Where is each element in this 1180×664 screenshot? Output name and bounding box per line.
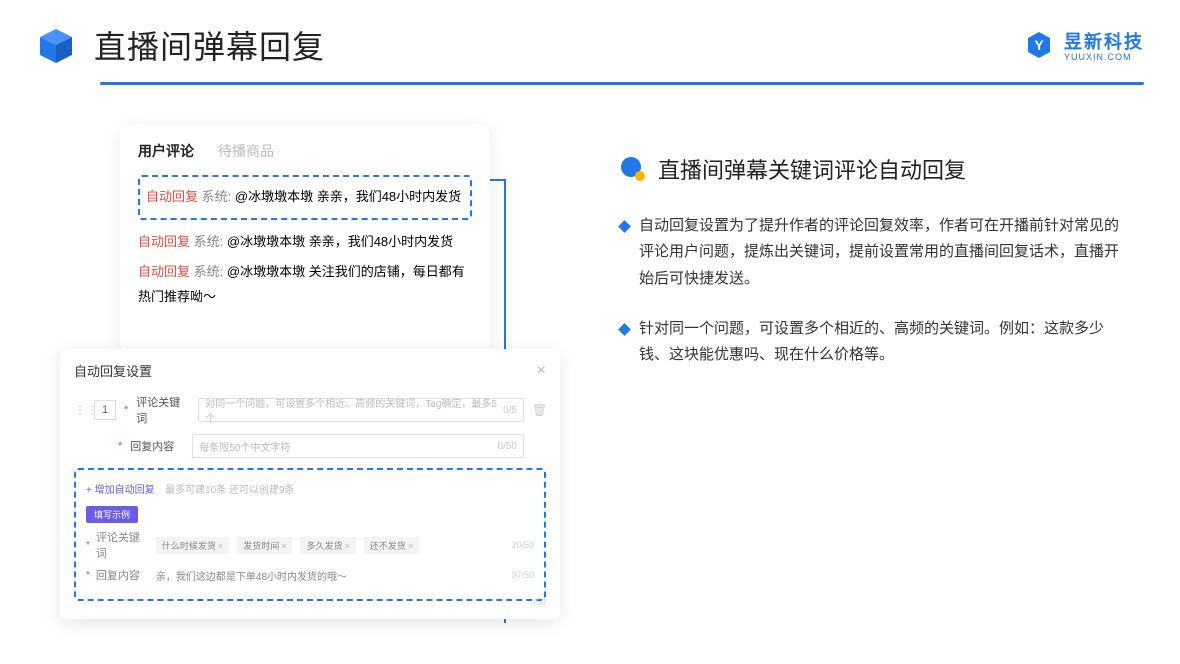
keyword-input[interactable]: 对同一个问题，可设置多个相近、高频的关键词，Tag确定，最多5个 0/5 (198, 398, 524, 422)
main-content: 用户评论 待播商品 自动回复 系统: @冰墩墩本墩 亲亲，我们48小时内发货 自… (0, 85, 1180, 392)
comments-panel: 用户评论 待播商品 自动回复 系统: @冰墩墩本墩 亲亲，我们48小时内发货 自… (120, 125, 490, 350)
comment-text: @冰墩墩本墩 亲亲，我们48小时内发货 (235, 189, 461, 204)
brand-logo: Y 昱新科技 YUUXIN.COM (1024, 28, 1144, 62)
keyword-placeholder: 对同一个问题，可设置多个相近、高频的关键词，Tag确定，最多5个 (205, 395, 503, 425)
system-label: 系统: (194, 264, 224, 279)
bullet-item: 自动回复设置为了提升作者的评论回复效率，作者可在开播前针对常见的评论用户问题，提… (620, 213, 1144, 292)
svg-text:Y: Y (1034, 37, 1044, 53)
settings-title: 自动回复设置 (74, 361, 152, 380)
example-content-label: 回复内容 (96, 567, 150, 583)
content-counter: 0/50 (498, 441, 517, 452)
auto-reply-tag: 自动回复 (138, 234, 190, 249)
example-keyword-label: 评论关键词 (96, 529, 150, 561)
section-title: 直播间弹幕关键词评论自动回复 (658, 153, 966, 185)
close-icon[interactable]: × (537, 362, 546, 380)
add-hint: 最多可建10条 还可以创建9条 (165, 485, 294, 496)
keyword-counter: 0/5 (503, 405, 517, 416)
highlighted-comment: 自动回复 系统: @冰墩墩本墩 亲亲，我们48小时内发货 (138, 175, 472, 220)
comment-line: 自动回复 系统: @冰墩墩本墩 亲亲，我们48小时内发货 (138, 230, 472, 255)
diamond-icon (618, 323, 631, 336)
example-content-counter: 37/50 (511, 570, 534, 580)
bullet-item: 针对同一个问题，可设置多个相近的、高频的关键词。例如：这款多少钱、这块能优惠吗、… (620, 316, 1144, 369)
content-row: * 回复内容 每条限50个中文字符 0/50 (74, 434, 546, 458)
keyword-chip[interactable]: 什么时候发货× (156, 537, 229, 554)
comment-line: 自动回复 系统: @冰墩墩本墩 关注我们的店铺，每日都有热门推荐呦～ (138, 260, 472, 309)
content-placeholder: 每条限50个中文字符 (199, 439, 290, 454)
comment-line: 自动回复 系统: @冰墩墩本墩 亲亲，我们48小时内发货 (146, 185, 464, 210)
page-title: 直播间弹幕回复 (94, 22, 325, 68)
brand-icon: Y (1024, 30, 1054, 60)
section-title-row: 直播间弹幕关键词评论自动回复 (620, 153, 1144, 185)
example-content-text: 亲，我们这边都是下单48小时内发货的哦～ (156, 568, 347, 583)
example-content-row: * 回复内容 亲，我们这边都是下单48小时内发货的哦～ 37/50 (86, 567, 534, 583)
tab-pending-goods[interactable]: 待播商品 (218, 141, 274, 161)
keyword-chip[interactable]: 还不发货× (364, 537, 419, 554)
content-input[interactable]: 每条限50个中文字符 0/50 (192, 434, 524, 458)
tab-user-comments[interactable]: 用户评论 (138, 141, 194, 161)
example-keyword-row: * 评论关键词 什么时候发货× 发货时间× 多久发货× 还不发货× 20/50 (86, 529, 534, 561)
drag-handle-icon[interactable]: ⋮⋮ (74, 403, 86, 417)
cube-icon (36, 25, 76, 65)
trash-icon[interactable]: 🗑 (532, 403, 546, 417)
description-column: 直播间弹幕关键词评论自动回复 自动回复设置为了提升作者的评论回复效率，作者可在开… (620, 125, 1144, 392)
auto-reply-tag: 自动回复 (146, 189, 198, 204)
settings-title-row: 自动回复设置 × (74, 361, 546, 380)
brand-text: 昱新科技 YUUXIN.COM (1064, 28, 1144, 62)
auto-reply-tag: 自动回复 (138, 264, 190, 279)
slide-header: 直播间弹幕回复 Y 昱新科技 YUUXIN.COM (0, 0, 1180, 68)
keyword-chip[interactable]: 发货时间× (237, 537, 292, 554)
required-dot: * (124, 404, 128, 416)
brand-name: 昱新科技 (1064, 28, 1144, 54)
settings-panel: 自动回复设置 × ⋮⋮ 1 * 评论关键词 对同一个问题，可设置多个相近、高频的… (60, 349, 560, 619)
required-dot: * (118, 440, 122, 452)
add-auto-reply-link[interactable]: + 增加自动回复 (86, 485, 155, 496)
system-label: 系统: (194, 234, 224, 249)
keyword-label: 评论关键词 (136, 394, 190, 426)
example-panel: + 增加自动回复 最多可建10条 还可以创建9条 填写示例 * 评论关键词 什么… (74, 468, 546, 601)
bullet-text: 自动回复设置为了提升作者的评论回复效率，作者可在开播前针对常见的评论用户问题，提… (639, 213, 1124, 292)
comment-tabs: 用户评论 待播商品 (138, 141, 472, 161)
add-row: + 增加自动回复 最多可建10条 还可以创建9条 (86, 480, 534, 498)
required-dot: * (86, 540, 90, 551)
index-badge: 1 (94, 400, 116, 420)
diamond-icon (618, 220, 631, 233)
overflow-counter: /50 (533, 597, 546, 607)
example-keyword-counter: 20/50 (511, 540, 534, 550)
keyword-chip[interactable]: 多久发货× (300, 537, 355, 554)
screenshot-illustration: 用户评论 待播商品 自动回复 系统: @冰墩墩本墩 亲亲，我们48小时内发货 自… (60, 125, 570, 392)
chat-bubble-icon (620, 156, 646, 182)
bullet-text: 针对同一个问题，可设置多个相近的、高频的关键词。例如：这款多少钱、这块能优惠吗、… (639, 316, 1124, 369)
content-label: 回复内容 (130, 438, 184, 454)
example-badge: 填写示例 (86, 506, 138, 523)
required-dot: * (86, 570, 90, 581)
comment-text: @冰墩墩本墩 亲亲，我们48小时内发货 (227, 234, 453, 249)
keyword-row: ⋮⋮ 1 * 评论关键词 对同一个问题，可设置多个相近、高频的关键词，Tag确定… (74, 394, 546, 426)
system-label: 系统: (202, 189, 232, 204)
header-left: 直播间弹幕回复 (36, 22, 325, 68)
